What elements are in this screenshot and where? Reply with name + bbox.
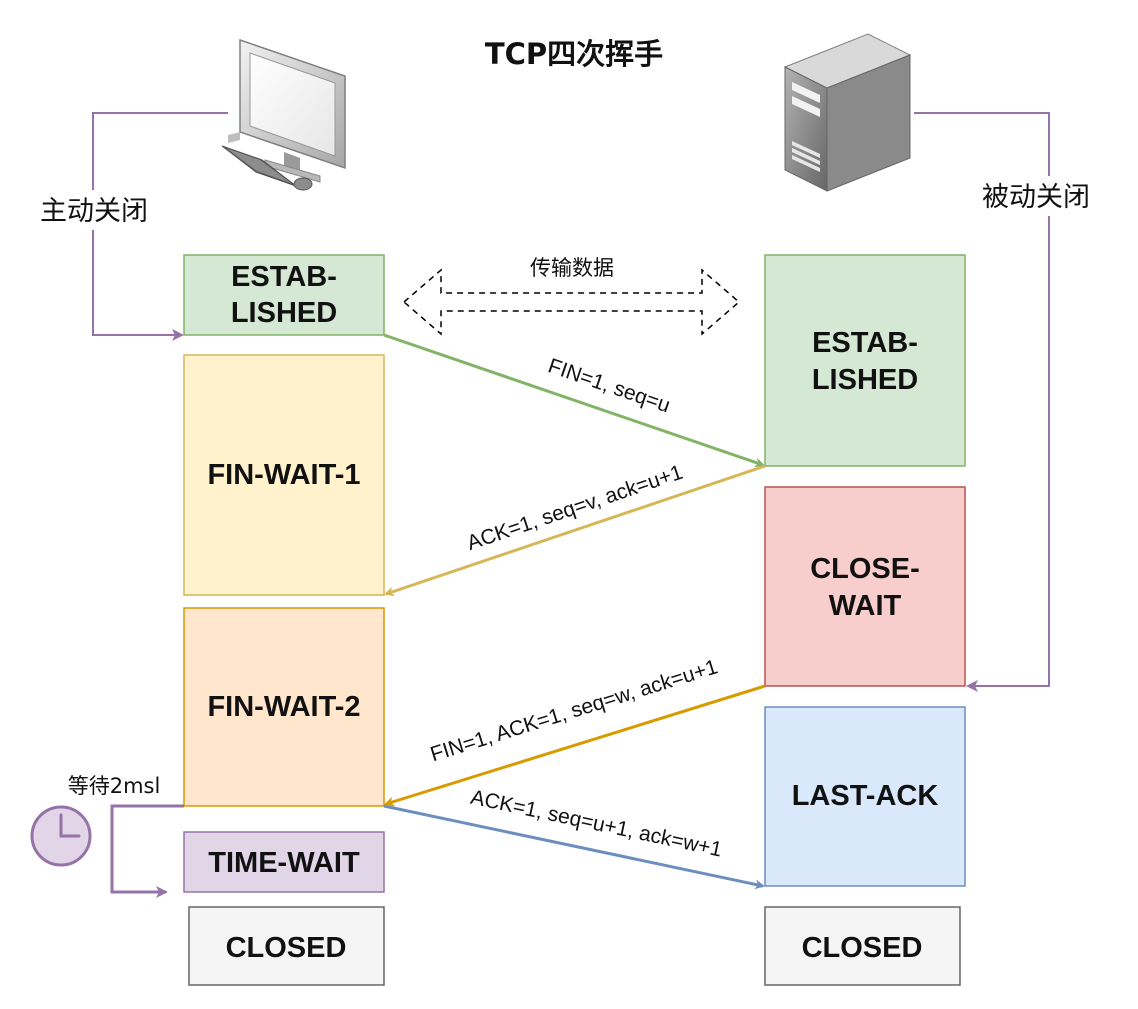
diagram-canvas: TCP四次挥手 主动关闭 被动关闭 传输数据 ESTAB- LISHED FIN… <box>0 0 1138 1004</box>
state-right-close-wait: CLOSE- WAIT <box>764 486 966 687</box>
passive-close-label: 被动关闭 <box>982 182 1090 213</box>
arrow-ack-1 <box>384 464 766 597</box>
state-left-fin-wait-2: FIN-WAIT-2 <box>183 607 385 807</box>
svg-text:FIN-WAIT-1: FIN-WAIT-1 <box>207 459 360 491</box>
svg-text:CLOSED: CLOSED <box>226 932 347 964</box>
server-tower-icon <box>783 33 912 192</box>
wait-2msl-label: 等待2msl <box>68 774 161 798</box>
svg-text:LAST-ACK: LAST-ACK <box>792 780 939 812</box>
svg-text:LISHED: LISHED <box>231 297 337 329</box>
state-right-established: ESTAB- LISHED <box>764 254 966 467</box>
wait-connector <box>110 804 184 898</box>
state-right-last-ack: LAST-ACK <box>764 706 966 887</box>
data-transfer-label: 传输数据 <box>530 256 614 280</box>
clock-icon <box>30 805 92 867</box>
label-ack-1: ACK=1, seq=v, ack=u+1 <box>464 461 686 555</box>
state-right-closed: CLOSED <box>764 906 961 986</box>
active-close-label: 主动关闭 <box>40 196 148 227</box>
svg-text:ESTAB-: ESTAB- <box>812 327 918 359</box>
label-fin-1: FIN=1, seq=u <box>545 354 673 417</box>
svg-text:ESTAB-: ESTAB- <box>231 261 337 293</box>
svg-text:CLOSE-: CLOSE- <box>810 553 920 585</box>
svg-text:TIME-WAIT: TIME-WAIT <box>208 847 360 879</box>
state-left-time-wait: TIME-WAIT <box>183 831 385 893</box>
desktop-computer-icon <box>221 38 346 191</box>
diagram-title: TCP四次挥手 <box>485 37 663 71</box>
svg-text:LISHED: LISHED <box>812 364 918 396</box>
svg-text:WAIT: WAIT <box>829 590 902 622</box>
arrow-fin-1 <box>383 333 765 468</box>
state-left-closed: CLOSED <box>188 906 385 986</box>
svg-text:CLOSED: CLOSED <box>802 932 923 964</box>
label-fin-2: FIN=1, ACK=1, seq=w, ack=u+1 <box>428 655 721 766</box>
state-left-fin-wait-1: FIN-WAIT-1 <box>183 354 385 596</box>
svg-text:FIN-WAIT-2: FIN-WAIT-2 <box>207 691 360 723</box>
state-left-established: ESTAB- LISHED <box>183 254 385 336</box>
